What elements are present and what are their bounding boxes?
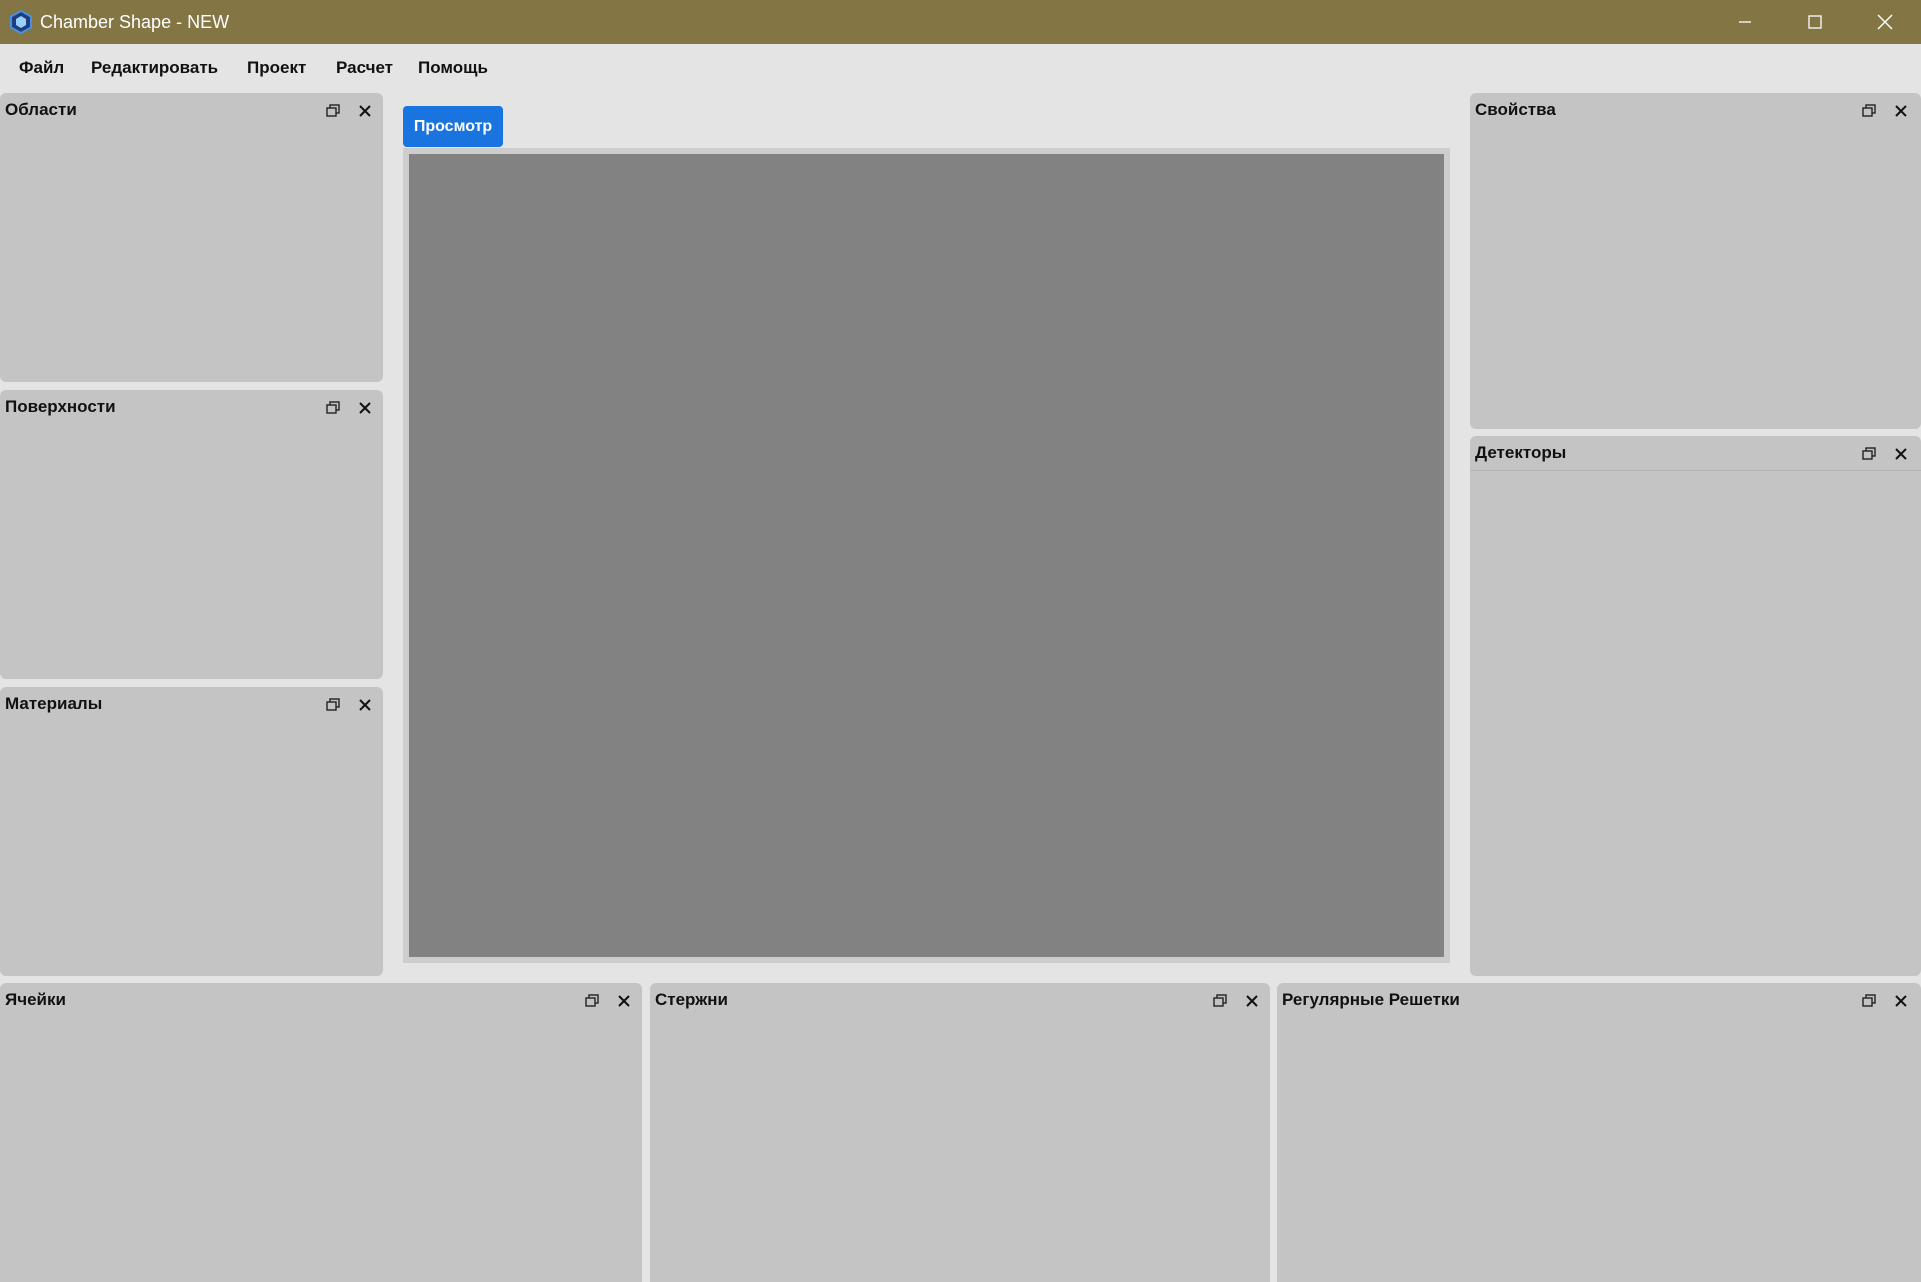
close-panel-button[interactable] [1892,445,1910,463]
panel-cells: Ячейки [0,983,642,1282]
restore-window-icon [326,104,340,117]
panel-areas: Области [0,93,383,382]
close-panel-button[interactable] [1892,992,1910,1010]
menu-project[interactable]: Проект [247,58,306,78]
panel-title: Области [5,100,77,119]
minimize-button[interactable] [1710,0,1780,44]
panel-title: Стержни [655,990,728,1009]
menu-bar: Файл Редактировать Проект Расчет Помощь [0,44,1921,90]
menu-edit[interactable]: Редактировать [91,58,218,78]
app-hexagon-icon [10,10,32,34]
float-button[interactable] [324,696,342,714]
restore-window-icon [326,698,340,711]
close-panel-button[interactable] [356,399,374,417]
panel-divider [1470,470,1921,471]
close-panel-button[interactable] [615,992,633,1010]
restore-window-icon [1862,994,1876,1007]
panel-detectors: Детекторы [1470,436,1921,976]
minimize-icon [1739,21,1751,23]
close-panel-button[interactable] [356,696,374,714]
panel-rods: Стержни [650,983,1270,1282]
maximize-button[interactable] [1780,0,1850,44]
panel-surfaces: Поверхности [0,390,383,679]
menu-file[interactable]: Файл [19,58,64,78]
panel-title: Свойства [1475,100,1556,119]
panel-title: Материалы [5,694,103,713]
title-bar: Chamber Shape - NEW [0,0,1921,44]
restore-window-icon [585,994,599,1007]
restore-window-icon [1862,104,1876,117]
close-icon [1895,995,1907,1007]
close-panel-button[interactable] [356,102,374,120]
close-window-button[interactable] [1850,0,1920,44]
close-icon [1895,448,1907,460]
panel-title: Ячейки [5,990,66,1009]
close-icon [359,402,371,414]
float-button[interactable] [324,399,342,417]
restore-window-icon [326,401,340,414]
menu-calc[interactable]: Расчет [336,58,393,78]
float-button[interactable] [1211,992,1229,1010]
restore-window-icon [1862,447,1876,460]
panel-title: Детекторы [1475,443,1567,462]
close-icon [359,699,371,711]
viewport-frame [403,148,1450,963]
close-panel-button[interactable] [1243,992,1261,1010]
close-icon [618,995,630,1007]
close-icon [1895,105,1907,117]
restore-window-icon [1213,994,1227,1007]
float-button[interactable] [1860,445,1878,463]
tab-view[interactable]: Просмотр [403,106,503,147]
panel-properties: Свойства [1470,93,1921,429]
panel-materials: Материалы [0,687,383,976]
close-icon [359,105,371,117]
float-button[interactable] [583,992,601,1010]
close-icon [1877,14,1893,30]
close-panel-button[interactable] [1892,102,1910,120]
close-icon [1246,995,1258,1007]
maximize-icon [1808,15,1822,29]
panel-lattices: Регулярные Решетки [1277,983,1921,1282]
viewport-canvas[interactable] [409,154,1444,957]
float-button[interactable] [1860,102,1878,120]
panel-title: Регулярные Решетки [1282,990,1460,1009]
window-title: Chamber Shape - NEW [40,12,230,32]
panel-title: Поверхности [5,397,116,416]
float-button[interactable] [324,102,342,120]
menu-help[interactable]: Помощь [418,58,488,78]
float-button[interactable] [1860,992,1878,1010]
